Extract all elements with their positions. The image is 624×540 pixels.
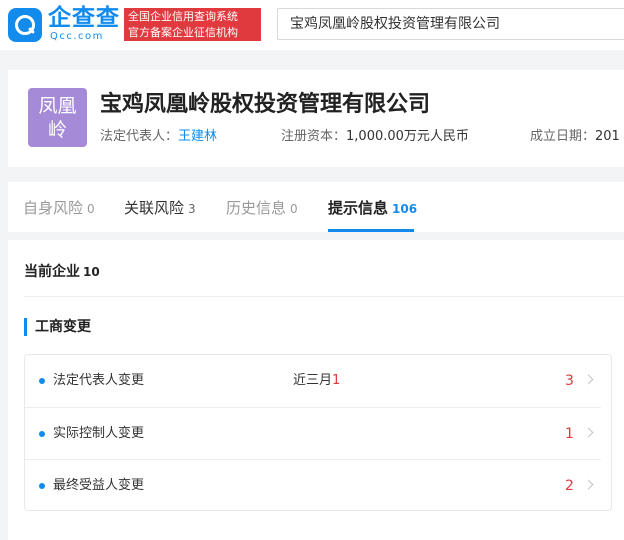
row-count: 2 (565, 478, 574, 494)
list-item-legal-rep-change[interactable]: 法定代表人变更 近三月1 3 (25, 355, 611, 407)
search-input[interactable]: 宝鸡凤凰岭股权投资管理有限公司 (277, 8, 624, 40)
tab-label: 提示信息 (328, 199, 389, 217)
legal-rep-link[interactable]: 王建林 (178, 129, 217, 144)
current-label: 当前企业 (24, 264, 80, 280)
tab-label: 历史信息 (226, 199, 287, 217)
bullet-dot (39, 483, 45, 489)
founded-value: 201 (595, 129, 620, 144)
company-avatar: 凤凰 岭 (28, 88, 87, 147)
capital-label: 注册资本： (281, 129, 347, 144)
chevron-right-icon (583, 374, 594, 385)
risk-tabs: 自身风险 0 关联风险 3 历史信息 0 提示信息 106 (8, 182, 624, 232)
top-header: 企查查 Qcc.com 全国企业信用查询系统 官方备案企业征信机构 宝鸡凤凰岭股… (0, 0, 624, 50)
tab-self-risk[interactable]: 自身风险 0 (23, 198, 95, 219)
bullet-dot (39, 378, 45, 384)
company-name[interactable]: 宝鸡凤凰岭股权投资管理有限公司 (100, 90, 430, 120)
company-card: 凤凰 岭 宝鸡凤凰岭股权投资管理有限公司 法定代表人：王建林 注册资本：1,00… (8, 70, 624, 167)
tab-count: 0 (87, 202, 95, 216)
founded-date: 成立日期：201 (530, 128, 620, 146)
cert-line-2: 官方备案企业征信机构 (128, 26, 238, 39)
tab-history[interactable]: 历史信息 0 (226, 198, 298, 219)
chevron-right-icon (583, 427, 594, 438)
legal-representative: 法定代表人：王建林 (100, 128, 217, 146)
row-label: 实际控制人变更 (53, 426, 145, 441)
bullet-dot (39, 431, 45, 437)
list-item-beneficiary-change[interactable]: 最终受益人变更 2 (25, 460, 611, 512)
row-count: 3 (565, 373, 574, 389)
section-title-business-change: 工商变更 (24, 318, 91, 336)
tab-tips[interactable]: 提示信息 106 (328, 198, 417, 219)
legal-rep-label: 法定代表人： (100, 129, 179, 144)
chevron-right-icon (583, 479, 594, 490)
tab-count: 3 (188, 202, 196, 216)
capital-value: 1,000.00万元人民币 (346, 129, 469, 144)
recent-count: 1 (332, 373, 341, 388)
tab-label: 自身风险 (23, 199, 84, 217)
tab-label: 关联风险 (124, 199, 185, 217)
logo-domain: Qcc.com (50, 31, 104, 42)
avatar-line-2: 岭 (47, 119, 67, 141)
recent-three-months: 近三月1 (293, 371, 340, 391)
tab-count: 0 (290, 202, 298, 216)
registered-capital: 注册资本：1,000.00万元人民币 (281, 128, 469, 146)
active-tab-underline (328, 229, 414, 232)
list-item-actual-controller-change[interactable]: 实际控制人变更 1 (25, 408, 611, 460)
tab-count: 106 (392, 202, 418, 216)
row-label: 最终受益人变更 (53, 478, 145, 493)
recent-prefix: 近三月 (293, 373, 333, 388)
tab-related-risk[interactable]: 关联风险 3 (124, 198, 196, 219)
logo-name[interactable]: 企查查 (48, 4, 120, 32)
certification-badge: 全国企业信用查询系统 官方备案企业征信机构 (124, 8, 261, 41)
qcc-logo-icon[interactable] (8, 8, 42, 42)
tips-panel: 当前企业 10 工商变更 法定代表人变更 近三月1 3 实际控制人变更 1 最终受… (8, 240, 624, 540)
avatar-line-1: 凤凰 (38, 95, 77, 117)
current-enterprise-heading: 当前企业 10 (24, 262, 100, 282)
cert-line-1: 全国企业信用查询系统 (128, 10, 238, 23)
current-count: 10 (83, 265, 100, 279)
divider (24, 296, 624, 297)
row-label: 法定代表人变更 (53, 373, 145, 388)
founded-label: 成立日期： (530, 129, 596, 144)
change-list: 法定代表人变更 近三月1 3 实际控制人变更 1 最终受益人变更 2 (24, 354, 612, 511)
row-count: 1 (565, 426, 574, 442)
